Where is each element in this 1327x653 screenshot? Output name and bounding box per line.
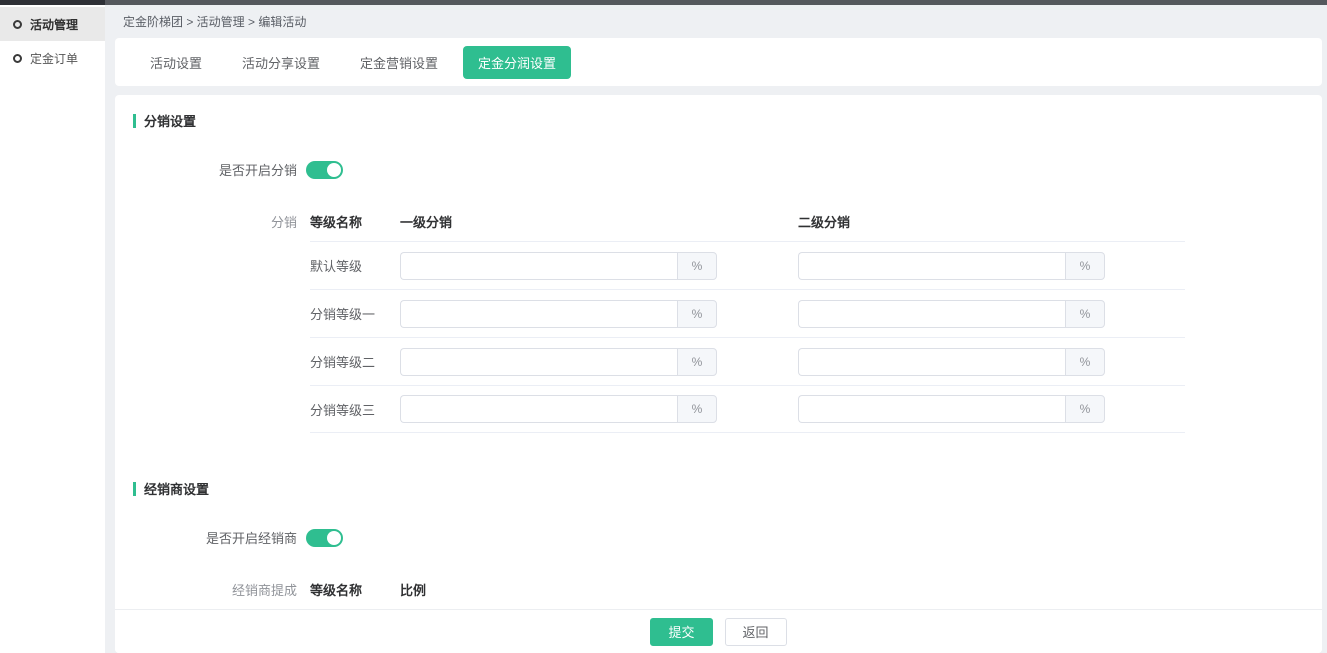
level1-input-cell: % [400, 348, 798, 376]
sidebar-item-activity-management[interactable]: 活动管理 [0, 7, 105, 41]
level2-input-cell: % [798, 300, 1196, 328]
dealer-toggle-row: 是否开启经销商 [115, 528, 1322, 547]
percent-suffix: % [1065, 348, 1105, 376]
toggle-knob-icon [327, 531, 341, 545]
level1-input-cell: % [400, 300, 798, 328]
table-row: 分销等级三 % % [310, 385, 1185, 433]
sidebar-item-label: 定金订单 [30, 50, 78, 67]
section-accent-bar [133, 482, 136, 496]
row-label: 分销等级一 [310, 304, 400, 323]
dealer-toggle-switch[interactable] [306, 529, 343, 547]
percent-suffix: % [677, 252, 717, 280]
distribution-section-title: 分销设置 [133, 111, 1322, 130]
distribution-toggle-row: 是否开启分销 [115, 160, 1322, 179]
level2-percent-input[interactable] [798, 348, 1065, 376]
column-header-ratio: 比例 [400, 580, 798, 599]
settings-panel: 分销设置 是否开启分销 分销 等级名称 一级分销 二级分销 默认等级 [115, 95, 1322, 653]
table-row: 分销等级一 % % [310, 289, 1185, 337]
table-row: 分销等级二 % % [310, 337, 1185, 385]
level2-input-cell: % [798, 395, 1196, 423]
tab-activity-settings[interactable]: 活动设置 [135, 46, 217, 79]
content-area: 定金阶梯团 > 活动管理 > 编辑活动 活动设置 活动分享设置 定金营销设置 定… [105, 5, 1327, 653]
circle-icon [13, 20, 22, 29]
distribution-toggle-label: 是否开启分销 [115, 160, 297, 179]
breadcrumb: 定金阶梯团 > 活动管理 > 编辑活动 [115, 5, 1322, 38]
level1-percent-input[interactable] [400, 252, 677, 280]
column-header-level1: 一级分销 [400, 212, 798, 231]
section-title-text: 经销商设置 [144, 479, 209, 498]
percent-suffix: % [1065, 300, 1105, 328]
distribution-table-header: 分销 等级名称 一级分销 二级分销 [115, 211, 1322, 231]
back-button[interactable]: 返回 [725, 618, 787, 646]
toggle-knob-icon [327, 163, 341, 177]
distribution-table: 默认等级 % % 分销等级一 [310, 241, 1185, 433]
level1-percent-input[interactable] [400, 348, 677, 376]
percent-suffix: % [1065, 252, 1105, 280]
level1-input-cell: % [400, 395, 798, 423]
dealer-section-title: 经销商设置 [133, 479, 1322, 498]
circle-icon [13, 54, 22, 63]
dealer-group-label: 经销商提成 [115, 580, 297, 599]
tab-deposit-marketing-settings[interactable]: 定金营销设置 [345, 46, 453, 79]
sidebar: 活动管理 定金订单 [0, 5, 105, 653]
submit-button[interactable]: 提交 [650, 618, 712, 646]
percent-suffix: % [677, 348, 717, 376]
percent-suffix: % [1065, 395, 1105, 423]
level2-input-cell: % [798, 348, 1196, 376]
footer-action-bar: 提交 返回 [115, 609, 1322, 653]
table-row: 默认等级 % % [310, 241, 1185, 289]
level2-input-cell: % [798, 252, 1196, 280]
sidebar-item-deposit-orders[interactable]: 定金订单 [0, 41, 105, 75]
section-title-text: 分销设置 [144, 111, 196, 130]
tab-bar: 活动设置 活动分享设置 定金营销设置 定金分润设置 [115, 38, 1322, 86]
tab-activity-share-settings[interactable]: 活动分享设置 [227, 46, 335, 79]
dealer-table-header: 经销商提成 等级名称 比例 [115, 579, 1322, 599]
row-label: 默认等级 [310, 256, 400, 275]
percent-suffix: % [677, 395, 717, 423]
level1-input-cell: % [400, 252, 798, 280]
column-header-level2: 二级分销 [798, 212, 1196, 231]
level1-percent-input[interactable] [400, 300, 677, 328]
section-accent-bar [133, 114, 136, 128]
level2-percent-input[interactable] [798, 252, 1065, 280]
tab-deposit-profit-settings[interactable]: 定金分润设置 [463, 46, 571, 79]
row-label: 分销等级三 [310, 400, 400, 419]
app-layout: 活动管理 定金订单 定金阶梯团 > 活动管理 > 编辑活动 活动设置 活动分享设… [0, 5, 1327, 653]
level2-percent-input[interactable] [798, 395, 1065, 423]
level1-percent-input[interactable] [400, 395, 677, 423]
column-header-level-name: 等级名称 [310, 212, 400, 231]
percent-suffix: % [677, 300, 717, 328]
row-label: 分销等级二 [310, 352, 400, 371]
top-dark-strip [0, 0, 1327, 5]
column-header-level-name: 等级名称 [310, 580, 400, 599]
level2-percent-input[interactable] [798, 300, 1065, 328]
distribution-group-label: 分销 [115, 212, 297, 231]
distribution-toggle-switch[interactable] [306, 161, 343, 179]
dealer-toggle-label: 是否开启经销商 [115, 528, 297, 547]
top-dark-strip-left [0, 0, 105, 5]
sidebar-item-label: 活动管理 [30, 16, 78, 33]
